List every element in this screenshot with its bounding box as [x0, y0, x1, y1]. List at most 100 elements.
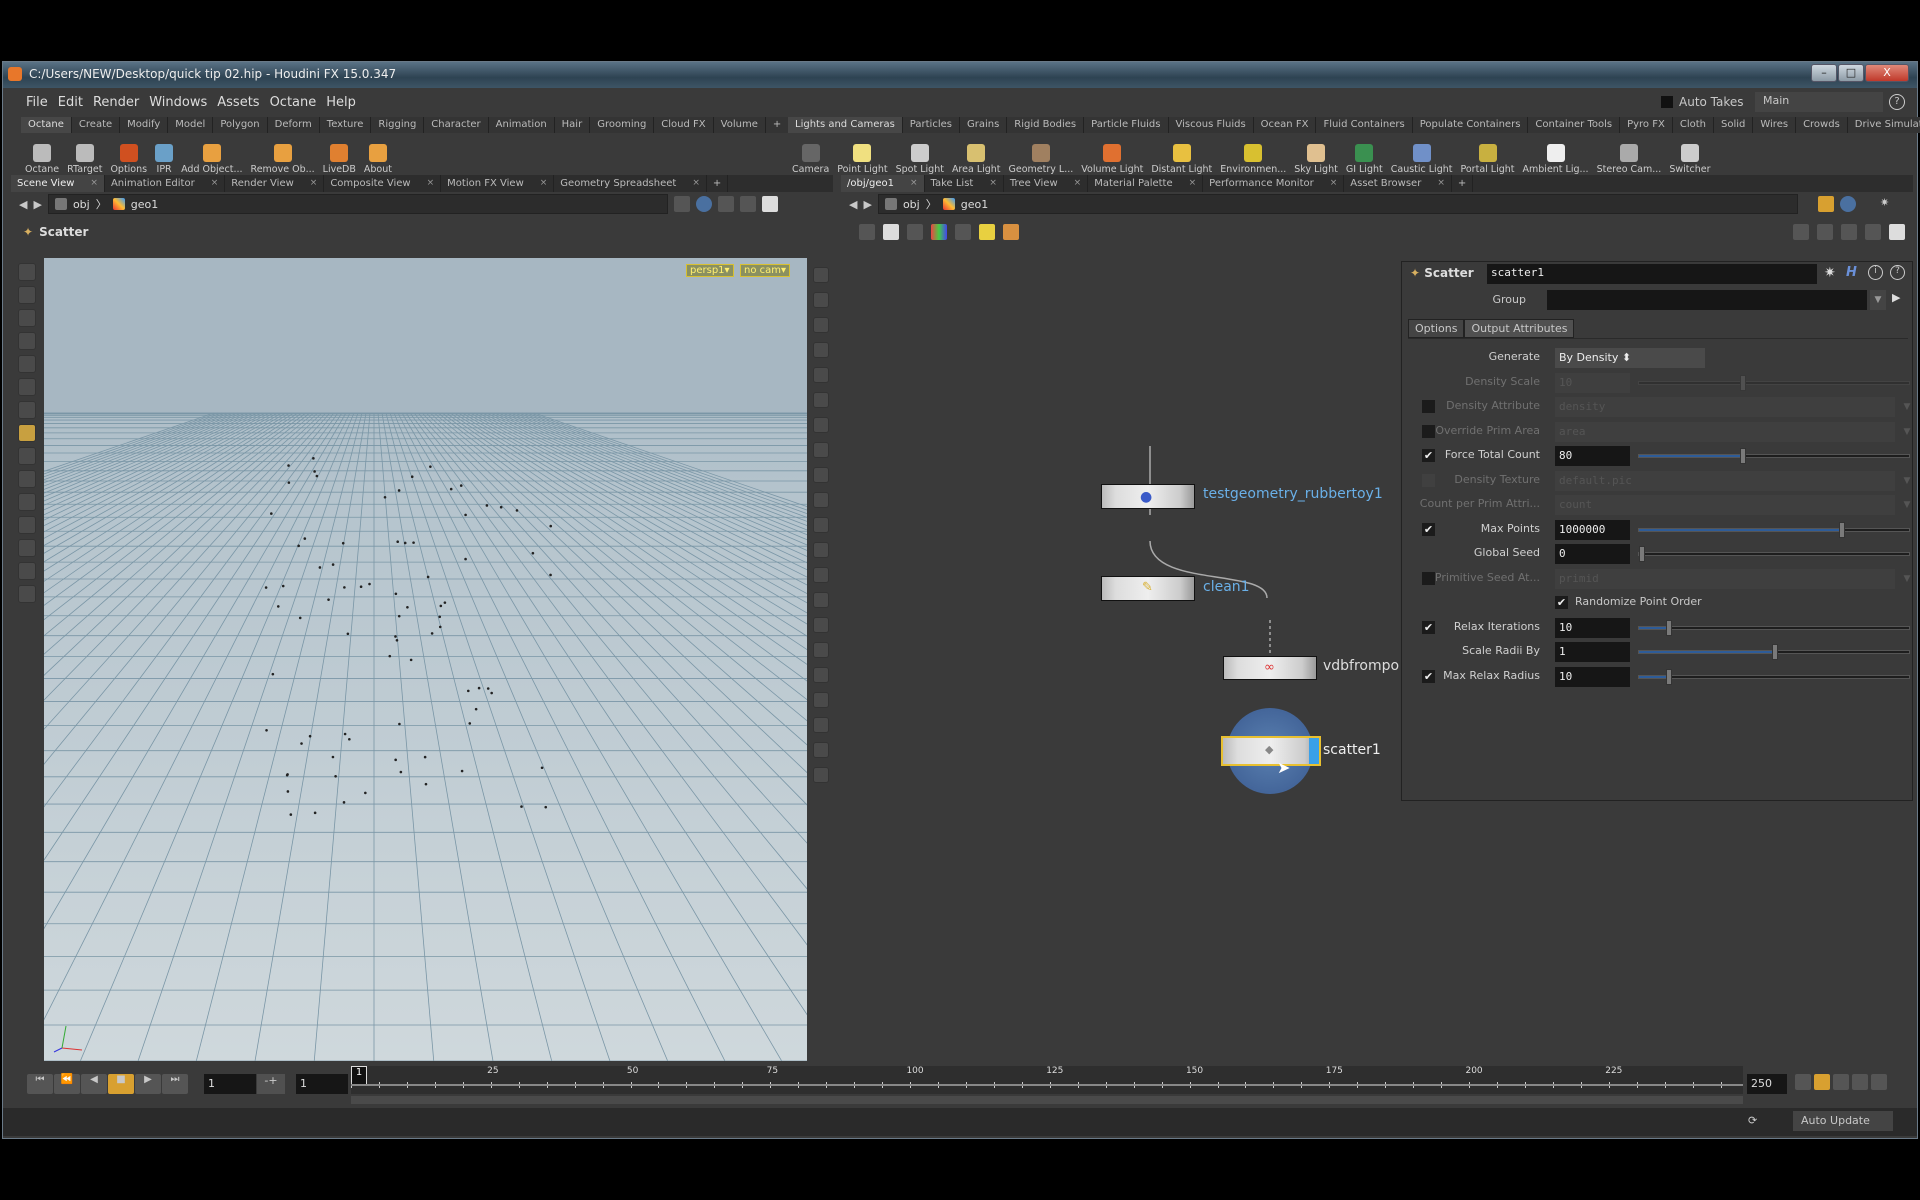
node-testgeometry[interactable]: ● — [1101, 484, 1195, 509]
camera-menu[interactable]: persp1▾ — [686, 264, 734, 277]
add-shelf-tab-icon[interactable]: + — [765, 117, 790, 133]
shelf-tool[interactable]: IPR — [151, 144, 177, 175]
param-field[interactable]: default.pic — [1555, 470, 1895, 491]
audio-icon[interactable] — [1852, 1074, 1868, 1090]
shelf-tab[interactable]: Ocean FX — [1253, 117, 1317, 133]
param-slider[interactable] — [1638, 619, 1910, 636]
render-tool-icon[interactable] — [18, 539, 36, 557]
menu-assets[interactable]: Assets — [212, 92, 264, 113]
select-tool-icon[interactable] — [18, 263, 36, 281]
zoom-icon[interactable] — [1865, 224, 1881, 240]
teapot-tool-icon[interactable] — [18, 585, 36, 603]
range-slider[interactable] — [351, 1096, 1743, 1104]
param-checkbox[interactable]: ✔ — [1422, 669, 1435, 683]
shelf-tab[interactable]: Deform — [267, 117, 320, 133]
snapshot-display-icon[interactable] — [813, 267, 829, 283]
rotate-tool-icon[interactable] — [18, 309, 36, 327]
group-dropdown-icon[interactable]: ▼ — [1870, 290, 1886, 310]
pane-tab[interactable]: Animation Editor × — [105, 175, 226, 192]
3d-viewport[interactable]: persp1▾ no cam▾ — [44, 258, 807, 1061]
shelf-tool[interactable]: Spot Light — [892, 144, 948, 175]
shelf-tab[interactable]: Grains — [959, 117, 1008, 133]
pane-tab[interactable]: Motion FX View × — [441, 175, 555, 192]
sphere-tool-icon[interactable] — [18, 562, 36, 580]
shelf-tab[interactable]: Rigging — [371, 117, 425, 133]
shelf-tool[interactable]: Add Object... — [177, 144, 246, 175]
close-tab-icon[interactable]: × — [910, 176, 918, 191]
camera-tool-icon[interactable] — [18, 516, 36, 534]
menu-windows[interactable]: Windows — [144, 92, 212, 113]
slider-knob[interactable] — [1665, 619, 1672, 636]
gear-icon[interactable]: ✷ — [1824, 265, 1836, 281]
normals-display-icon[interactable] — [813, 417, 829, 433]
cam-menu[interactable]: no cam▾ — [740, 264, 791, 277]
update-mode-select[interactable]: Auto Update — [1793, 1111, 1893, 1131]
list-icon[interactable] — [883, 224, 899, 240]
layout-display-icon[interactable] — [813, 742, 829, 758]
move-tool-icon[interactable] — [18, 286, 36, 304]
shelf-tool[interactable]: Switcher — [1665, 144, 1714, 175]
param-field[interactable]: 1 — [1555, 642, 1630, 662]
shelf-tab[interactable]: Modify — [120, 117, 169, 133]
shelf-tab[interactable]: Grooming — [590, 117, 655, 133]
stop-button[interactable]: ■ — [108, 1074, 134, 1094]
tree-icon[interactable] — [859, 224, 875, 240]
menu-render[interactable]: Render — [88, 92, 144, 113]
pin-icon[interactable] — [673, 196, 690, 212]
shelf-tool[interactable]: Environmen... — [1216, 144, 1290, 175]
slider-knob[interactable] — [1772, 644, 1778, 660]
add-tab-icon[interactable]: + — [707, 175, 729, 192]
frame-icon[interactable] — [1889, 224, 1905, 240]
points-display-icon[interactable] — [813, 392, 829, 408]
loop-icon[interactable] — [1833, 1074, 1849, 1090]
crumb-geo1[interactable]: geo1 — [961, 198, 988, 211]
display-flag[interactable] — [1309, 738, 1319, 764]
brush-tool-icon[interactable] — [18, 401, 36, 419]
shelf-tool[interactable]: Remove Ob... — [247, 144, 319, 175]
network-box-icon[interactable] — [1003, 224, 1019, 240]
shelf-tab[interactable]: Polygon — [213, 117, 268, 133]
close-tab-icon[interactable]: × — [692, 176, 700, 191]
close-tab-icon[interactable]: × — [1330, 176, 1338, 191]
timeline-ruler[interactable]: 1 25 50 75 100 125 150 175 200 225 — [351, 1066, 1743, 1094]
node-clean[interactable]: ✎ — [1101, 576, 1195, 601]
param-checkbox[interactable]: ✔ — [1422, 449, 1435, 462]
pane-tab[interactable]: Render View × — [225, 175, 325, 192]
network-view-icon[interactable] — [1817, 196, 1834, 212]
shelf-tab[interactable]: Container Tools — [1528, 117, 1621, 133]
param-field[interactable]: area — [1555, 421, 1895, 442]
capture-display-icon[interactable] — [813, 767, 829, 783]
play-reverse-button[interactable]: ◀ — [81, 1074, 107, 1094]
slider-knob[interactable] — [1740, 374, 1747, 391]
shelf-tab[interactable]: Create — [71, 117, 121, 133]
step-back-button[interactable]: ⏪ — [54, 1074, 80, 1094]
menu-octane[interactable]: Octane — [265, 92, 322, 113]
back-icon[interactable]: ◀ — [849, 198, 857, 211]
current-frame-field[interactable]: 1 — [204, 1074, 256, 1094]
shelf-tab[interactable]: Model — [168, 117, 214, 133]
tab-options[interactable]: Options — [1408, 319, 1465, 338]
menu-file[interactable]: File — [21, 92, 53, 113]
dropdown-icon[interactable]: ▼ — [1900, 472, 1914, 490]
playhead[interactable]: 1 — [351, 1066, 367, 1086]
param-field[interactable]: primid — [1555, 568, 1895, 589]
param-slider[interactable] — [1638, 546, 1910, 562]
pane-tab[interactable]: Performance Monitor × — [1203, 175, 1345, 192]
param-checkbox[interactable] — [1422, 473, 1435, 487]
light-display-icon[interactable] — [813, 717, 829, 733]
close-tab-icon[interactable]: × — [1189, 176, 1197, 191]
shelf-tool[interactable]: Volume Light — [1077, 144, 1147, 175]
param-checkbox[interactable] — [1422, 400, 1435, 413]
close-tab-icon[interactable]: × — [1437, 176, 1445, 191]
thumb-icon[interactable] — [907, 224, 923, 240]
crumb-geo1[interactable]: geo1 — [131, 198, 158, 211]
node-label[interactable]: testgeometry_rubbertoy1 — [1203, 486, 1383, 502]
shelf-tool[interactable]: RTarget — [63, 144, 106, 175]
param-slider[interactable] — [1638, 521, 1910, 538]
param-field[interactable]: density — [1555, 397, 1895, 417]
param-slider[interactable] — [1638, 448, 1910, 464]
shelf-tab[interactable]: Populate Containers — [1412, 117, 1529, 133]
node-scatter[interactable]: ◆ — [1221, 736, 1321, 766]
gear-icon[interactable]: ✷ — [1880, 196, 1896, 212]
menu-help[interactable]: Help — [321, 92, 361, 113]
